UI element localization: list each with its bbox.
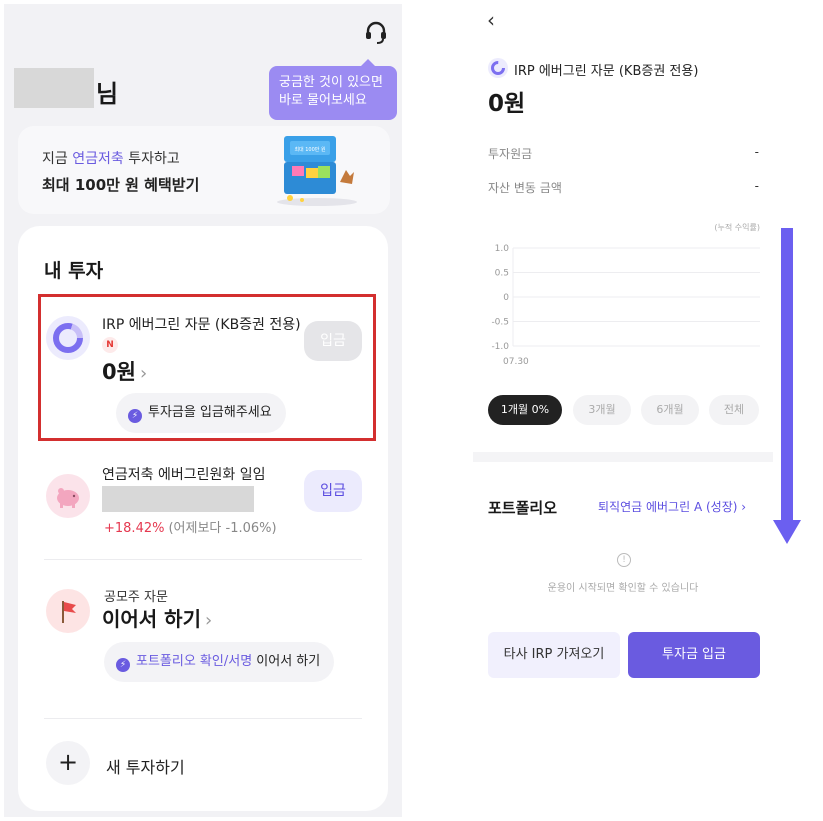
bolt-icon: ⚡ [116,658,130,672]
info-text: 운용이 시작되면 확인할 수 있습니다 [547,583,699,594]
new-investment-link[interactable]: 새 투자하기 [106,754,185,778]
portfolio-title: 포트폴리오 [488,499,558,517]
plus-icon[interactable]: + [46,741,90,785]
detail-product-title: IRP 에버그린 자문 (KB증권 전용) [514,64,699,79]
irp-amount[interactable]: 0원 › [102,356,147,386]
gain-value: +18.42% [104,521,165,536]
tooltip-line-2: 바로 물어보세요 [279,93,367,108]
bolt-icon: ⚡ [128,409,142,423]
box-label: 최대 100만 원 [294,146,326,153]
gain-detail: (어제보다 -1.06%) [168,521,277,536]
deposit-notice-text: 투자금을 입금해주세요 [148,405,272,420]
my-investments-title: 내 투자 [44,260,104,282]
piggy-bank-icon [46,474,90,518]
banner-highlight: 연금저축 [72,151,124,167]
deposit-notice-pill[interactable]: ⚡ 투자금을 입금해주세요 [116,393,286,433]
detail-amount: 0원 [488,91,526,117]
headset-icon[interactable] [362,18,390,46]
portfolio-link[interactable]: 퇴직연금 에버그린 A (성장) › [598,498,746,515]
my-investments-card: 내 투자 IRP 에버그린 자문 (KB증권 전용) N 0원 › 입금 ⚡ 투자금… [18,226,388,811]
x-tick-label: 07.30 [503,357,529,367]
range-6month-button[interactable]: 6개월 [641,395,699,425]
section-separator [473,452,773,462]
principal-value: - [754,145,759,159]
return-chart: (누적 수익률) 1.0 0.5 0 -0.5 -1.0 07.30 [491,222,760,367]
flag-icon [46,589,90,633]
portfolio-notice-rest: 이어서 하기 [252,654,321,669]
irp-deposit-button[interactable]: 입금 [304,321,362,361]
product-title-pension[interactable]: 연금저축 에버그린원화 일임 [102,464,265,484]
right-screen: ‹ IRP 에버그린 자문 (KB증권 전용) 0원 투자원금 - 자산 변동 … [473,0,773,700]
gain-text: +18.42% (어제보다 -1.06%) [104,517,277,536]
redacted-amount [102,486,254,512]
asset-change-label: 자산 변동 금액 [488,181,562,195]
chevron-right-icon: › [139,363,148,384]
y-tick-label: -0.5 [491,318,509,328]
import-other-irp-button[interactable]: 타사 IRP 가져오기 [488,632,620,678]
range-1month-button[interactable]: 1개월 0% [488,395,562,425]
new-badge: N [102,337,118,353]
y-tick-label: 0.5 [495,269,509,279]
banner-line-2: 최대 100만 원 혜택받기 [42,176,200,194]
redacted-user-name [14,68,94,108]
range-3month-button[interactable]: 3개월 [573,395,631,425]
scroll-down-arrow-icon [773,228,801,544]
treasure-box-illustration: 최대 100만 원 [277,136,357,206]
ipo-continue-label: 이어서 하기 [102,607,201,631]
principal-label: 투자원금 [488,147,533,161]
deposit-investment-button[interactable]: 투자금 입금 [628,632,760,678]
asset-change-value: - [754,179,759,193]
support-tooltip[interactable]: 궁금한 것이 있으면 바로 물어보세요 [269,59,397,120]
divider [44,559,362,560]
banner-prefix: 지금 [42,151,73,167]
divider [44,718,362,719]
banner-line-1: 지금 연금저축 투자하고 [42,148,180,168]
y-tick-label: -1.0 [491,342,509,352]
greeting-suffix: 님 [96,80,119,108]
range-all-button[interactable]: 전체 [709,395,759,425]
chevron-right-icon: › [204,610,213,631]
back-arrow-icon[interactable]: ‹ [487,8,495,32]
promo-banner[interactable]: 지금 연금저축 투자하고 최대 100만 원 혜택받기 최대 100만 원 [18,126,390,214]
irp-ring-icon [488,58,508,78]
info-icon: ! [617,553,631,567]
pension-deposit-button[interactable]: 입금 [304,470,362,512]
left-screen: 님 궁금한 것이 있으면 바로 물어보세요 지금 연금저축 투자하고 최대 10… [4,4,402,817]
product-title-irp[interactable]: IRP 에버그린 자문 (KB증권 전용) [102,314,301,334]
irp-amount-value: 0원 [102,360,136,384]
portfolio-notice-highlight: 포트폴리오 확인/서명 [136,654,253,669]
y-tick-label: 1.0 [495,244,510,254]
portfolio-notice-pill[interactable]: ⚡ 포트폴리오 확인/서명 이어서 하기 [104,642,335,682]
y-axis-label: (누적 수익률) [714,222,760,232]
y-tick-label: 0 [503,293,509,303]
irp-ring-icon [46,316,90,360]
ipo-continue-link[interactable]: 이어서 하기 › [102,603,212,632]
banner-suffix: 투자하고 [123,151,180,167]
tooltip-line-1: 궁금한 것이 있으면 [279,75,383,90]
